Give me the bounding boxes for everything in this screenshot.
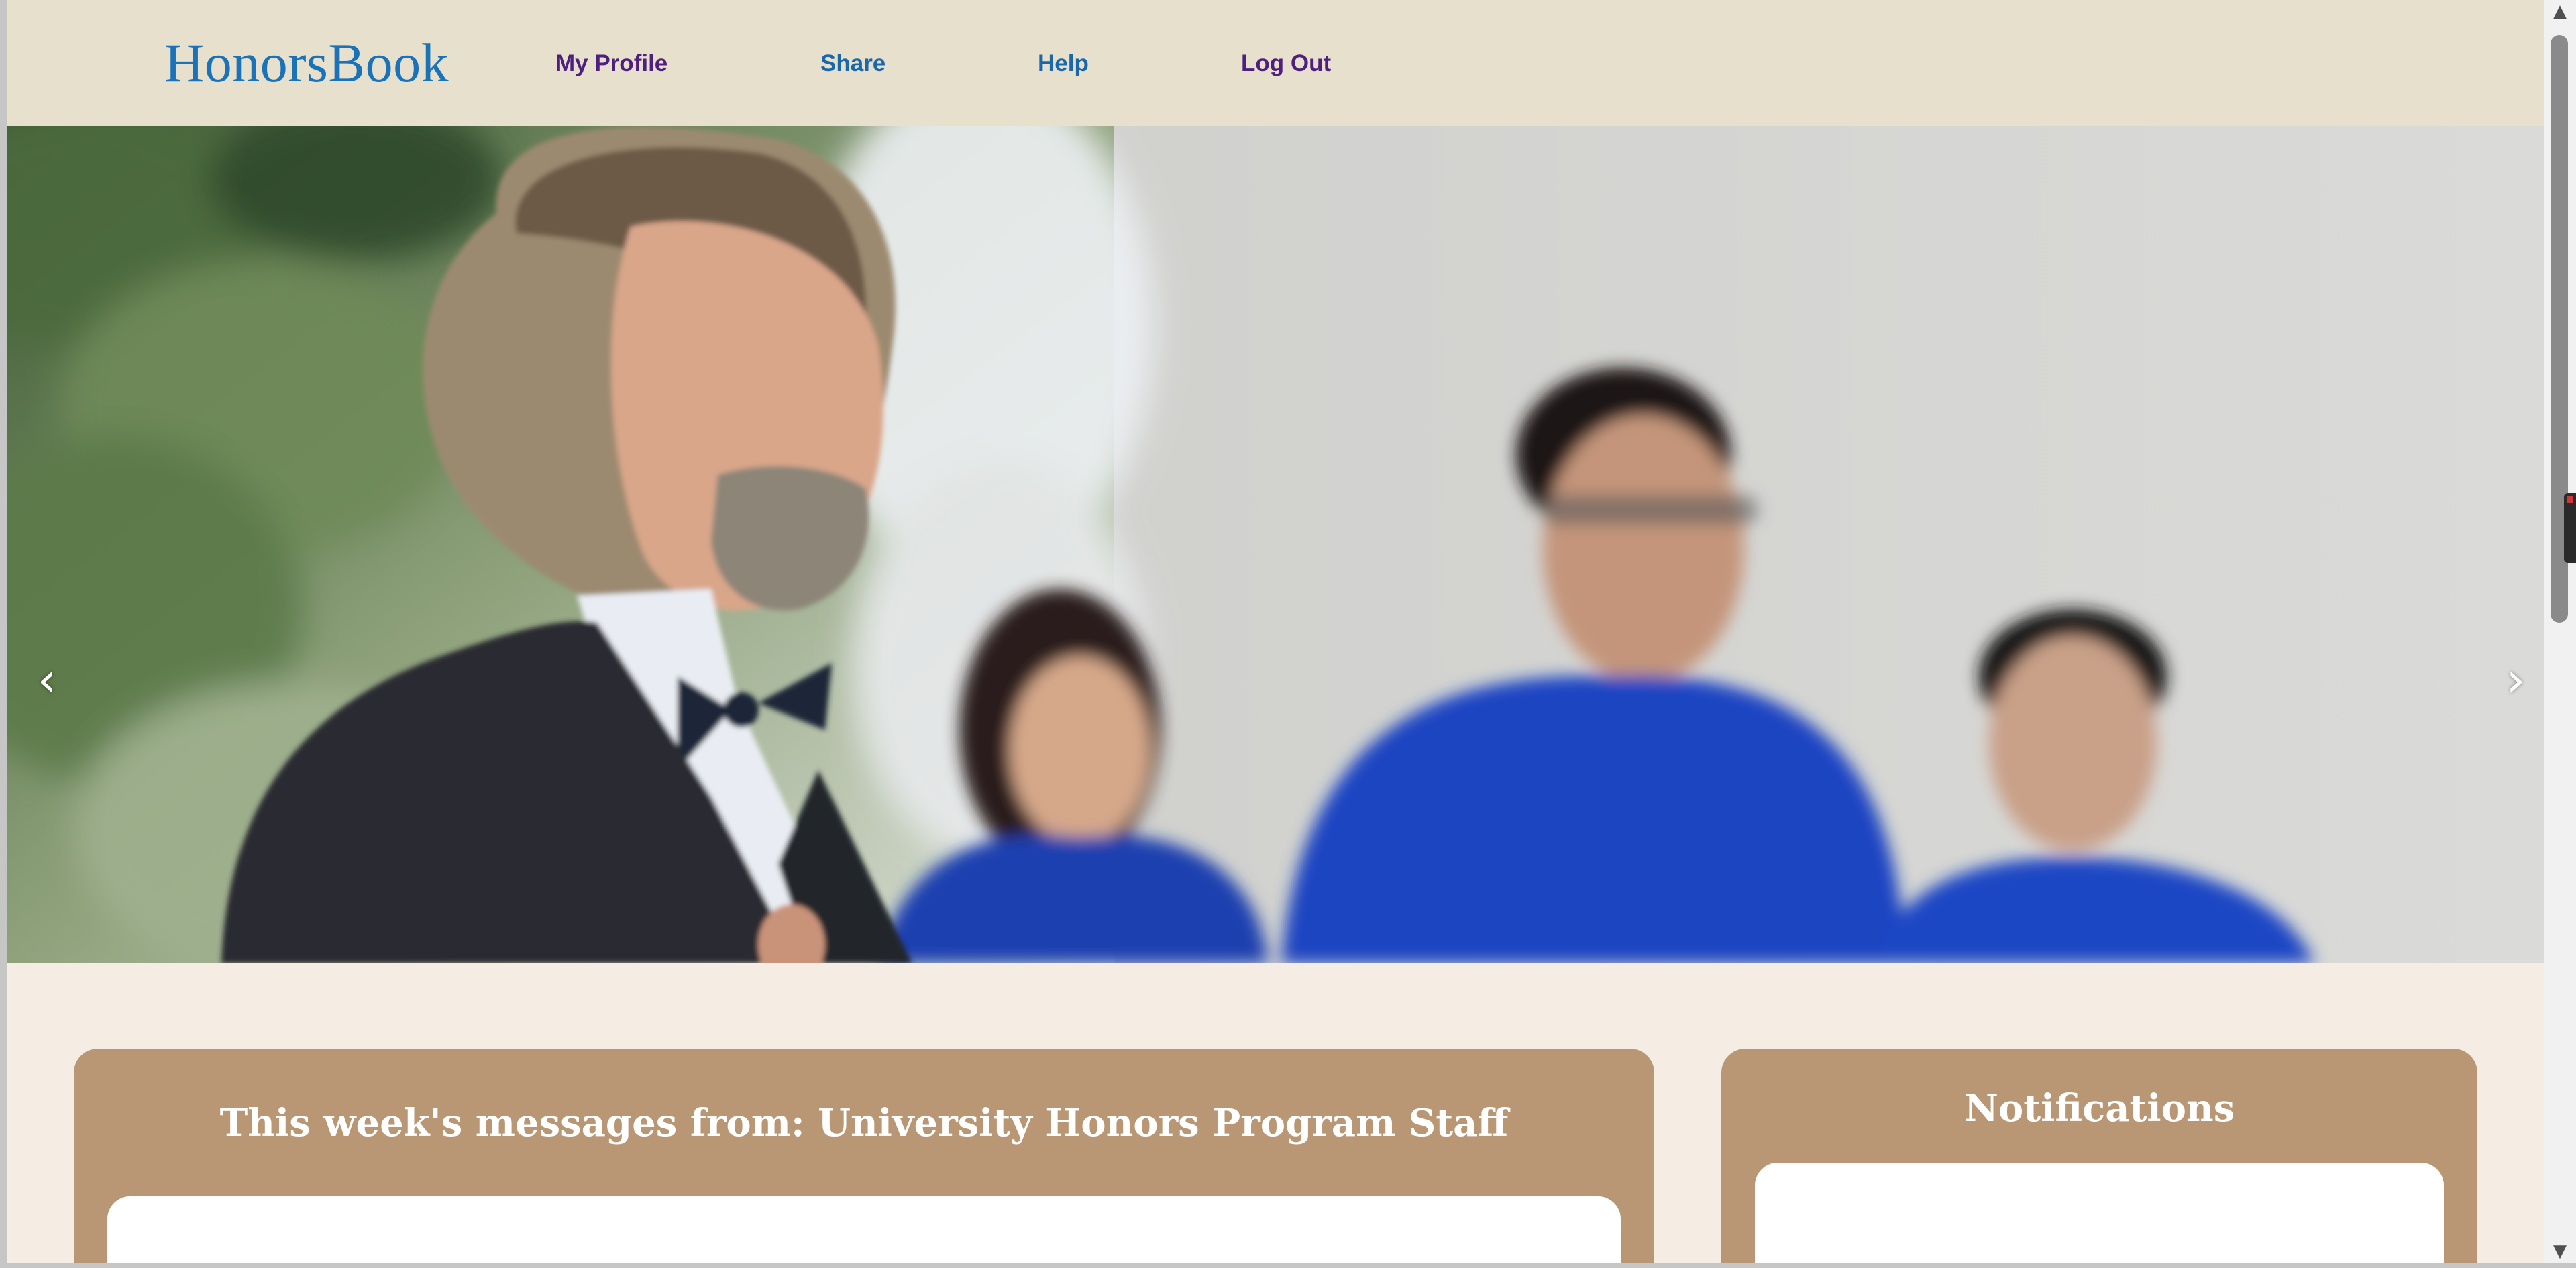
nav-my-profile-link[interactable]: My Profile [555, 50, 667, 78]
browser-extension-tab[interactable] [2564, 493, 2576, 563]
nav-help-link[interactable]: Help [1038, 50, 1089, 78]
notifications-card: Notifications [1721, 1049, 2477, 1263]
scroll-down-arrow-icon[interactable]: ▼ [2544, 1240, 2576, 1263]
hero-carousel: ‹ › [7, 126, 2544, 963]
messages-card: This week's messages from: University Ho… [74, 1049, 1654, 1263]
vertical-scrollbar[interactable]: ▲ ▼ [2544, 0, 2576, 1263]
site-header: HonorsBook My Profile Share Help Log Out [7, 0, 2544, 126]
window-bottom-border [0, 1263, 2576, 1268]
carousel-prev-button[interactable]: ‹ [27, 649, 67, 710]
page-viewport: HonorsBook My Profile Share Help Log Out [7, 0, 2544, 1263]
hero-photo [7, 126, 2544, 963]
messages-card-body [107, 1196, 1621, 1263]
nav-share-link[interactable]: Share [820, 50, 885, 78]
extension-indicator-icon [2567, 496, 2573, 503]
notifications-card-title: Notifications [1964, 1086, 2235, 1130]
carousel-next-button[interactable]: › [2496, 649, 2536, 710]
scroll-up-arrow-icon[interactable]: ▲ [2544, 0, 2576, 23]
nav-log-out-link[interactable]: Log Out [1241, 50, 1331, 78]
logo[interactable]: HonorsBook [164, 30, 449, 97]
messages-card-title: This week's messages from: University Ho… [219, 1101, 1509, 1145]
notifications-card-body [1755, 1163, 2444, 1263]
